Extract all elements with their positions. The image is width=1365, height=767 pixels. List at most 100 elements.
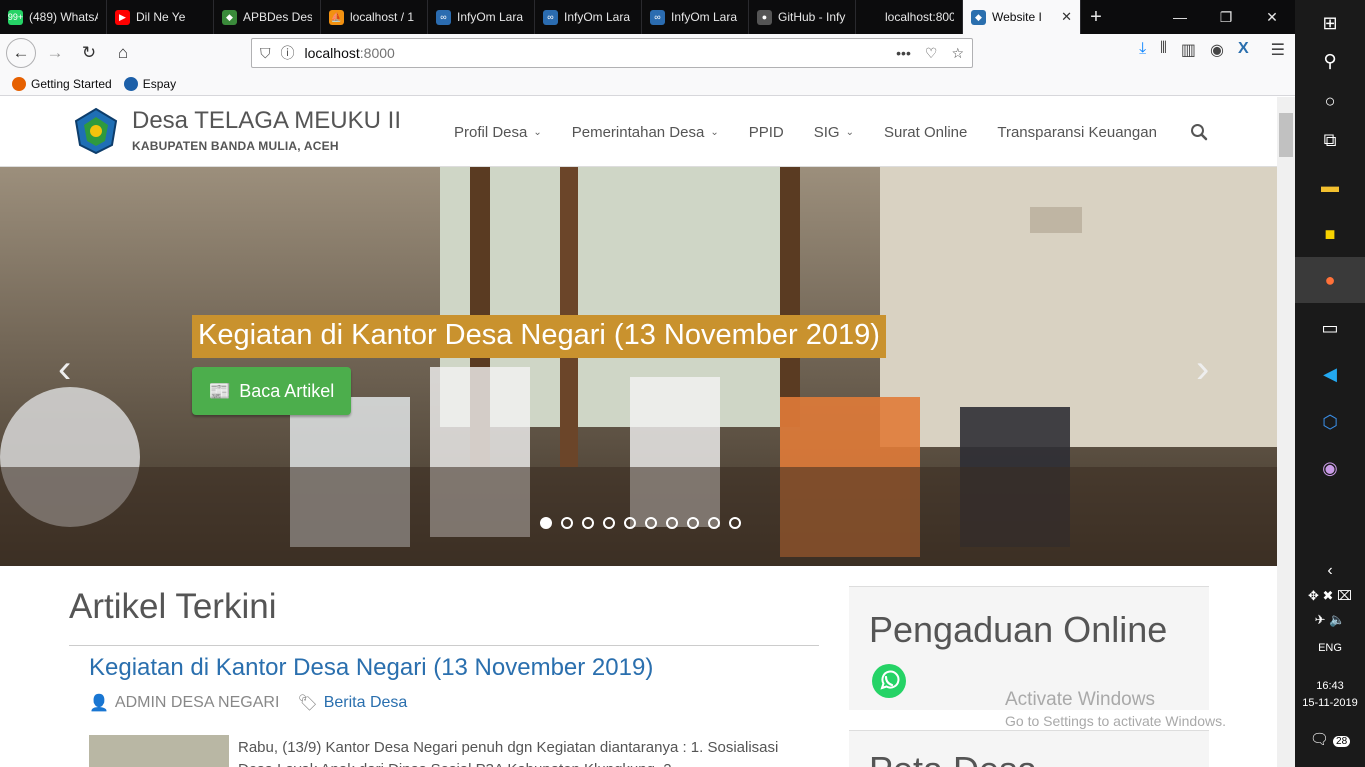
- village-emblem-icon[interactable]: [72, 107, 120, 155]
- sidebar-icon[interactable]: ▥: [1181, 40, 1196, 60]
- bookmarks-bar: Getting Started Espay: [0, 72, 1295, 96]
- carousel-indicators: [540, 517, 741, 529]
- close-window-icon[interactable]: ✕: [1249, 0, 1295, 34]
- search-icon[interactable]: [1190, 123, 1208, 141]
- browser-tab[interactable]: ∞ InfyOm Lara: [642, 0, 749, 34]
- menu-item-ppid[interactable]: PPID: [749, 124, 784, 141]
- browser-tab[interactable]: ∞ InfyOm Lara: [428, 0, 535, 34]
- menu-item-profil-desa[interactable]: Profil Desa ⌄: [454, 124, 542, 141]
- browser-tab[interactable]: ⛵ localhost / 1: [321, 0, 428, 34]
- scrollbar-thumb[interactable]: [1279, 113, 1293, 157]
- article-thumbnail[interactable]: [89, 735, 229, 767]
- pocket-icon[interactable]: ♡: [925, 45, 938, 62]
- tab-title: InfyOm Lara: [671, 10, 738, 24]
- carousel-dot[interactable]: [729, 517, 741, 529]
- menu-label: Transparansi Keuangan: [997, 123, 1157, 141]
- tray-expand-icon[interactable]: ‹: [1295, 562, 1365, 580]
- download-icon[interactable]: ⤓: [1139, 40, 1146, 60]
- tab-close-icon[interactable]: ✕: [1061, 9, 1072, 25]
- menu-label: Surat Online: [883, 123, 968, 141]
- reload-button[interactable]: ↻: [74, 38, 104, 68]
- tab-title: GitHub - Infy: [778, 10, 846, 24]
- minimize-icon[interactable]: —: [1157, 0, 1203, 34]
- info-icon[interactable]: ⓘ: [281, 43, 295, 63]
- site-title[interactable]: Desa TELAGA MEUKU II: [132, 107, 401, 135]
- tab-favicon-icon: ∞: [650, 9, 665, 25]
- library-icon[interactable]: ⫴: [1160, 40, 1167, 60]
- article-category-link[interactable]: Berita Desa: [324, 694, 408, 712]
- carousel-dot[interactable]: [540, 517, 552, 529]
- article-title-link[interactable]: Kegiatan di Kantor Desa Negari (13 Novem…: [89, 654, 653, 682]
- clock-time[interactable]: 16:43: [1295, 680, 1365, 692]
- vscode-icon[interactable]: ◀: [1295, 351, 1365, 397]
- menu-item-surat-online[interactable]: Surat Online: [884, 124, 967, 141]
- menu-icon[interactable]: ☰: [1271, 40, 1285, 60]
- browser-tab[interactable]: ◆ APBDes Desa: [214, 0, 321, 34]
- read-article-button[interactable]: 📰 Baca Artikel: [192, 367, 351, 415]
- terminal-icon[interactable]: ▭: [1295, 305, 1365, 351]
- chevron-down-icon: ⌄: [845, 126, 854, 138]
- back-button[interactable]: ←: [6, 38, 36, 68]
- article-meta: 👤 ADMIN DESA NEGARI 🏷 Berita Desa: [89, 693, 407, 713]
- home-button[interactable]: ⌂: [108, 38, 138, 68]
- browser-tab[interactable]: ▶ Dil Ne Ye: [107, 0, 214, 34]
- tab-favicon-icon: ⛵: [329, 9, 344, 25]
- hero-carousel[interactable]: ‹ › Kegiatan di Kantor Desa Negari (13 N…: [0, 167, 1277, 566]
- website: Desa TELAGA MEUKU II KABUPATEN BANDA MUL…: [0, 97, 1277, 767]
- menu-item-pemerintahan-desa[interactable]: Pemerintahan Desa ⌄: [572, 124, 719, 141]
- maximize-icon[interactable]: ❐: [1203, 0, 1249, 34]
- browser-tab[interactable]: 99+ (489) WhatsA: [0, 0, 107, 34]
- carousel-dot[interactable]: [645, 517, 657, 529]
- tab-favicon-icon: 99+: [8, 9, 23, 25]
- task-view-icon[interactable]: ⧉: [1295, 117, 1365, 163]
- carousel-dot[interactable]: [561, 517, 573, 529]
- page-scrollbar[interactable]: [1277, 97, 1295, 767]
- tab-title: InfyOm Lara: [457, 10, 524, 24]
- carousel-prev-icon[interactable]: ‹: [58, 347, 71, 392]
- notification-icon[interactable]: 🗨 28: [1295, 730, 1365, 748]
- carousel-dot[interactable]: [603, 517, 615, 529]
- forward-button[interactable]: →: [40, 38, 70, 68]
- url-bar[interactable]: ⛉ ⓘ localhost:8000 ••• ♡ ☆: [251, 38, 973, 68]
- account-icon[interactable]: ◉: [1210, 40, 1224, 60]
- carousel-dot[interactable]: [687, 517, 699, 529]
- carousel-dot[interactable]: [582, 517, 594, 529]
- carousel-next-icon[interactable]: ›: [1196, 347, 1209, 392]
- url-port: :8000: [359, 45, 395, 61]
- menu-item-sig[interactable]: SIG ⌄: [814, 124, 854, 141]
- bookmark-getting-started[interactable]: Getting Started: [12, 76, 112, 91]
- tab-active[interactable]: ◆ Website I ✕: [963, 0, 1081, 34]
- sticky-notes-icon[interactable]: ■: [1295, 211, 1365, 257]
- toolbar-icons: ⤓ ⫴ ▥ ◉ X ☰: [1139, 40, 1285, 60]
- firefox-taskbar-icon[interactable]: ●: [1295, 257, 1365, 303]
- bookmark-star-icon[interactable]: ☆: [951, 45, 964, 62]
- divider: [69, 645, 819, 646]
- extension-x-icon[interactable]: X: [1238, 40, 1249, 60]
- bookmark-espay[interactable]: Espay: [123, 76, 176, 91]
- tray-icons[interactable]: ✥ ✖ ⌧: [1295, 588, 1365, 604]
- browser-tab[interactable]: ∞ InfyOm Lara: [535, 0, 642, 34]
- articles-heading: Artikel Terkini: [69, 587, 277, 626]
- tab-favicon-icon: ∞: [543, 9, 558, 25]
- user-icon: 👤: [89, 695, 109, 712]
- app-cat-icon[interactable]: ◉: [1295, 445, 1365, 491]
- language-indicator[interactable]: ENG: [1295, 642, 1365, 654]
- page-actions-icon[interactable]: •••: [896, 45, 911, 62]
- windscribe-icon[interactable]: ⬡: [1295, 399, 1365, 445]
- tab-title: InfyOm Lara: [564, 10, 631, 24]
- tray-icons-2[interactable]: ✈ 🔈: [1295, 612, 1365, 628]
- browser-tab[interactable]: ● GitHub - Infy: [749, 0, 856, 34]
- new-tab-button[interactable]: +: [1081, 0, 1111, 34]
- tab-title: localhost / 1: [350, 10, 415, 24]
- whatsapp-icon[interactable]: [871, 663, 907, 699]
- carousel-dot[interactable]: [708, 517, 720, 529]
- shield-icon[interactable]: ⛉: [260, 45, 271, 62]
- file-explorer-icon[interactable]: ▬: [1295, 163, 1365, 209]
- menu-label: SIG: [813, 123, 840, 141]
- browser-tab[interactable]: localhost:8000/x: [856, 0, 963, 34]
- carousel-dot[interactable]: [624, 517, 636, 529]
- clock-date[interactable]: 15-11-2019: [1295, 697, 1365, 709]
- carousel-dot[interactable]: [666, 517, 678, 529]
- tab-favicon-icon: ∞: [436, 9, 451, 25]
- menu-item-transparansi-keuangan[interactable]: Transparansi Keuangan: [997, 124, 1157, 141]
